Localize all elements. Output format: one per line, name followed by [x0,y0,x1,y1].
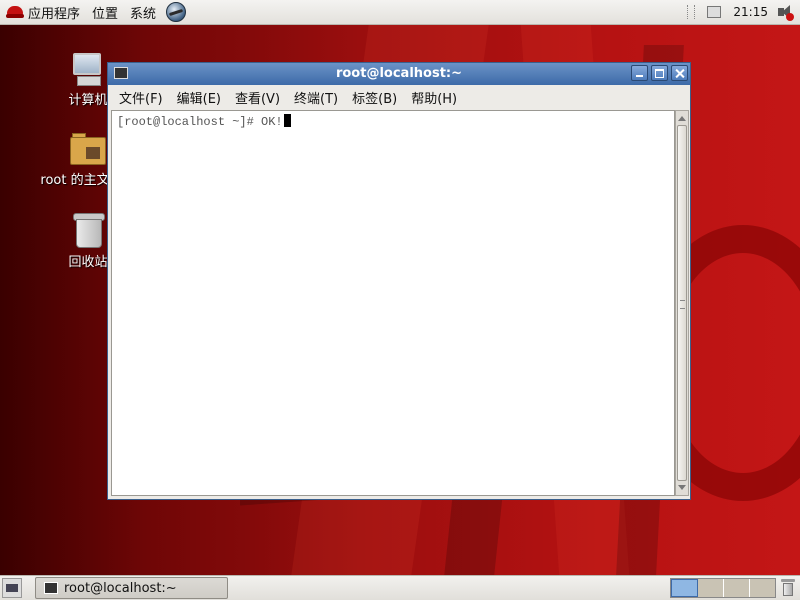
computer-icon [71,53,105,86]
workspace-4[interactable] [750,579,775,597]
scroll-up-arrow-icon[interactable] [677,112,687,124]
text-cursor [283,114,291,127]
maximize-button[interactable] [651,65,668,81]
home-folder-icon [70,133,106,165]
menu-view[interactable]: 查看(V) [228,86,287,109]
workspace-switcher [670,578,776,598]
trash-icon [73,213,105,248]
globe-browser-icon[interactable] [166,2,187,22]
scroll-down-arrow-icon[interactable] [677,482,687,494]
menu-help[interactable]: 帮助(H) [404,86,464,109]
terminal-output[interactable]: [root@localhost ~]# OK! [111,110,675,496]
menu-terminal[interactable]: 终端(T) [287,86,345,109]
scrollbar-grip-icon [680,300,685,309]
menu-edit[interactable]: 编辑(E) [170,86,228,109]
system-menu-label: 系统 [130,6,157,22]
trash-applet-icon[interactable] [781,579,795,597]
applications-menu[interactable]: 应用程序 [0,0,86,25]
menu-file[interactable]: 文件(F) [112,86,170,109]
workspace-2[interactable] [698,579,724,597]
workspace-1[interactable] [671,579,698,597]
applications-menu-label: 应用程序 [28,6,81,22]
taskbar-window-button[interactable]: root@localhost:~ [35,577,228,599]
menu-tabs[interactable]: 标签(B) [345,86,404,109]
clock[interactable]: 21:15 [733,5,768,19]
places-menu-label: 位置 [92,6,119,22]
system-tray: 21:15 [687,0,800,25]
terminal-icon [44,582,58,594]
menubar: 文件(F) 编辑(E) 查看(V) 终端(T) 标签(B) 帮助(H) [108,86,690,108]
workspace-3[interactable] [724,579,750,597]
top-panel: 应用程序 位置 系统 21:15 [0,0,800,25]
bottom-panel: root@localhost:~ [0,575,800,600]
places-menu[interactable]: 位置 [86,0,124,25]
window-title: root@localhost:~ [335,66,463,81]
vertical-scrollbar[interactable] [675,110,689,496]
show-desktop-icon[interactable] [2,578,22,598]
scrollbar-thumb[interactable] [677,125,687,481]
drag-handle-icon[interactable] [687,5,696,19]
notification-area-icon[interactable] [707,6,722,18]
close-button[interactable] [671,65,688,81]
system-menu[interactable]: 系统 [124,0,162,25]
terminal-line: [root@localhost ~]# OK! [117,114,291,129]
terminal-line-text: [root@localhost ~]# OK! [117,115,283,129]
minimize-button[interactable] [631,65,648,81]
window-titlebar[interactable]: root@localhost:~ [108,63,690,85]
volume-muted-icon[interactable] [776,3,794,21]
taskbar-window-label: root@localhost:~ [64,580,177,596]
redhat-icon [6,4,24,20]
terminal-window: root@localhost:~ 文件(F) 编辑(E) 查看(V) 终端(T)… [107,62,691,500]
